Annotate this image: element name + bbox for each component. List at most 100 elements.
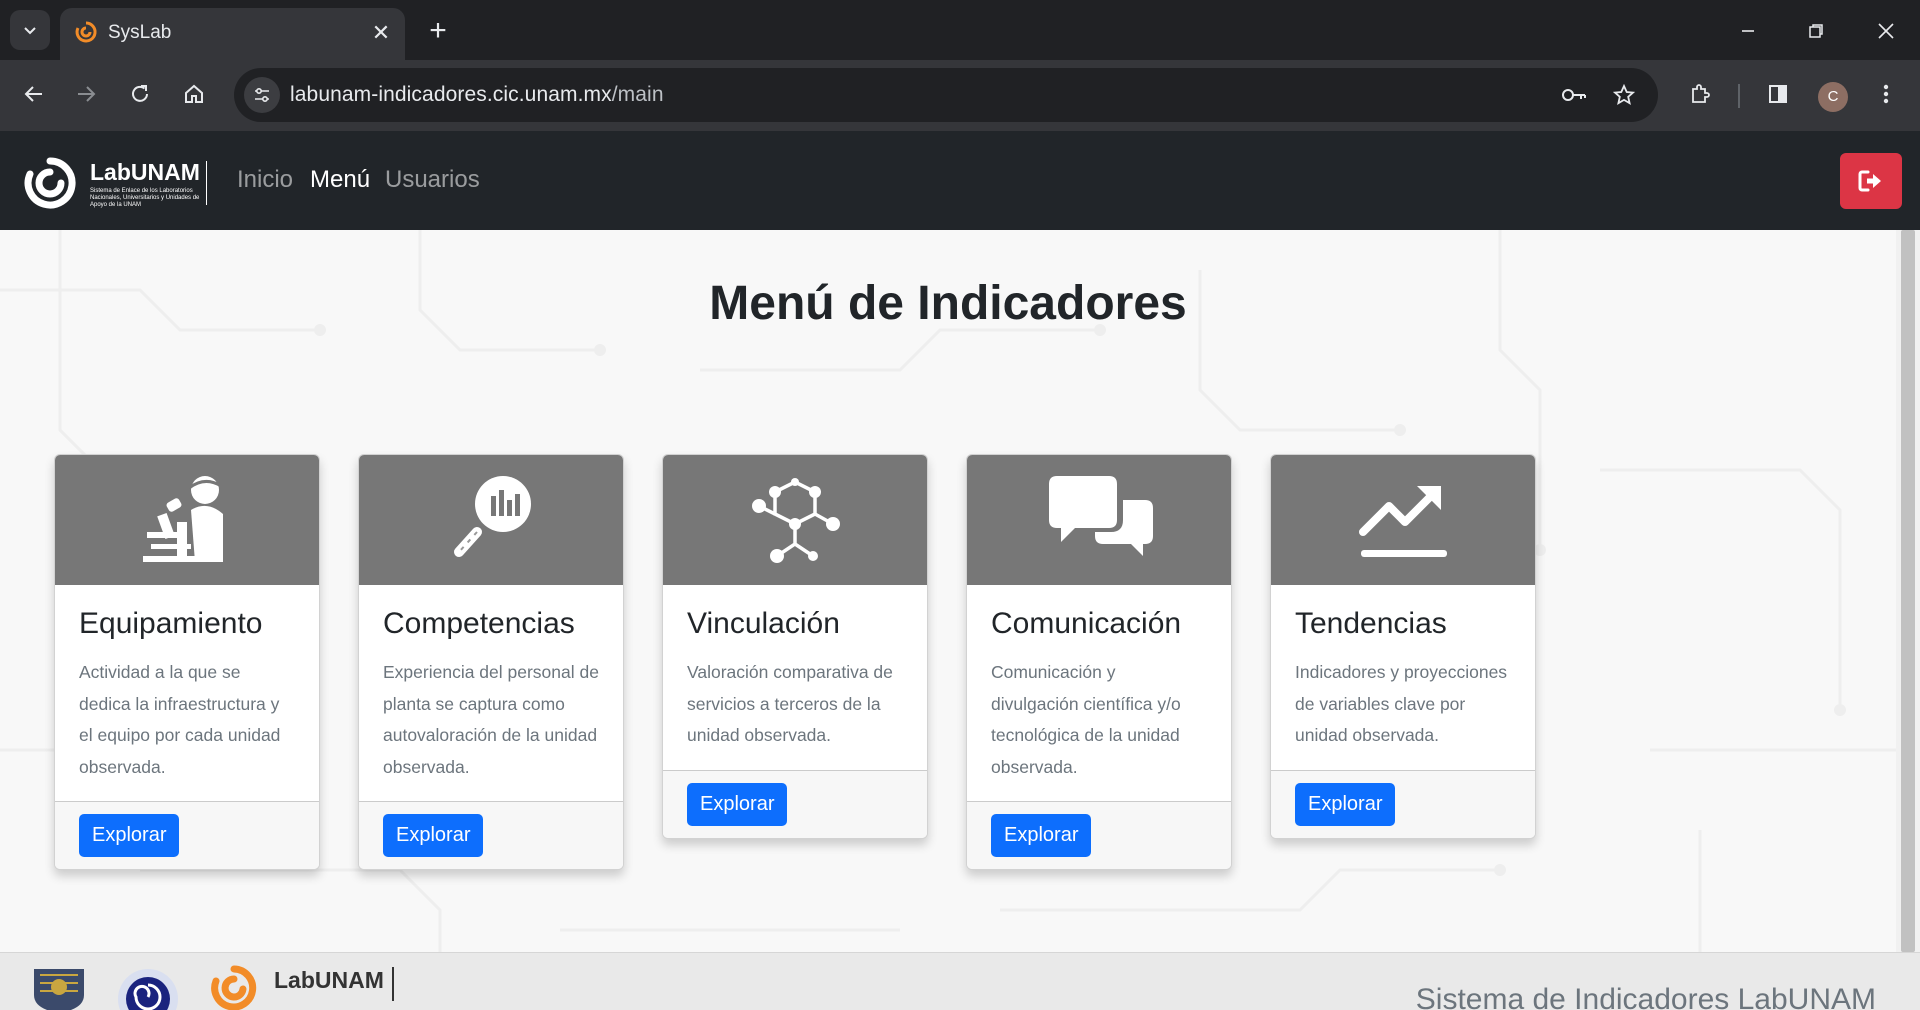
card-description: Valoración comparativa de servicios a te… (687, 662, 893, 745)
card-footer: Explorar (967, 801, 1231, 869)
card-footer: Explorar (359, 801, 623, 869)
card-title: Competencias (383, 607, 575, 640)
side-panel-icon (1769, 85, 1787, 103)
scrollbar-thumb[interactable] (1901, 230, 1915, 952)
logout-button[interactable] (1840, 153, 1902, 209)
card-description: Indicadores y proyecciones de variables … (1295, 662, 1508, 745)
card-image (359, 455, 623, 585)
explorar-button[interactable]: Explorar (991, 814, 1092, 857)
nav-link-menu[interactable]: Menú (310, 166, 370, 194)
card-vinculacion: Vinculación Valoración comparativa de se… (662, 454, 928, 839)
card-image (967, 455, 1231, 585)
explorar-button[interactable]: Explorar (383, 814, 484, 857)
profile-avatar[interactable]: C (1818, 82, 1848, 112)
tab-title: SysLab (108, 22, 172, 43)
card-title: Vinculación (687, 607, 840, 640)
card-footer: Explorar (55, 801, 319, 869)
site-info-button[interactable] (244, 77, 280, 113)
page-title: Menú de Indicadores (709, 277, 1187, 330)
minimize-button[interactable] (1728, 14, 1768, 48)
card-title: Equipamiento (79, 607, 263, 640)
network-hexagon-icon (752, 478, 840, 563)
tab-strip: SysLab ✕ + (0, 0, 1920, 60)
page-scrollbar[interactable] (1896, 230, 1920, 952)
page-footer: LabUNAM Sistema de Indicadores LabUNAM (0, 952, 1920, 1010)
url-host: labunam-indicadores.cic.unam.mx (290, 83, 612, 106)
nav-link-inicio[interactable]: Inicio (237, 166, 293, 194)
logo-wordmark: LabUNAM (90, 159, 200, 185)
address-bar[interactable]: labunam-indicadores.cic.unam.mx/main (234, 68, 1658, 122)
footer-labunam-logo: LabUNAM (210, 965, 400, 1010)
card-body: Competencias Experiencia del personal de… (359, 585, 623, 801)
reload-icon (132, 85, 148, 102)
tab-syslab[interactable]: SysLab ✕ (60, 8, 405, 60)
card-title: Tendencias (1295, 607, 1447, 640)
arrow-left-icon (24, 86, 42, 102)
restore-button[interactable] (1796, 14, 1836, 48)
browser-toolbar: labunam-indicadores.cic.unam.mx/main C (0, 60, 1920, 131)
extensions-button[interactable] (1680, 74, 1720, 114)
home-icon (185, 84, 203, 103)
card-equipamiento: Equipamiento Actividad a la que se dedic… (54, 454, 320, 870)
forward-button[interactable] (66, 74, 106, 114)
tune-icon (255, 87, 269, 103)
unam-crest-icon (34, 969, 84, 1010)
card-description: Actividad a la que se dedica la infraest… (79, 662, 281, 777)
scientist-microscope-icon (143, 476, 223, 562)
arrow-right-icon (78, 86, 96, 102)
browser-chrome: SysLab ✕ + labunam-indicadores.cic.unam.… (0, 0, 1920, 131)
card-tendencias: Tendencias Indicadores y proyecciones de… (1270, 454, 1536, 839)
key-icon (1562, 89, 1586, 101)
explorar-button[interactable]: Explorar (687, 782, 788, 826)
back-button[interactable] (14, 74, 54, 114)
card-comunicacion: Comunicación Comunicación y divulgación … (966, 454, 1232, 870)
bookmark-button[interactable] (1608, 79, 1640, 111)
labunam-swirl-orange-icon (211, 965, 257, 1010)
card-body: Comunicación Comunicación y divulgación … (967, 585, 1231, 801)
card-image (55, 455, 319, 585)
footer-logo-divider (392, 967, 394, 1001)
minimize-icon (1742, 30, 1754, 32)
more-vertical-icon (1883, 84, 1889, 104)
card-title: Comunicación (991, 607, 1182, 640)
logo-subtitle: Sistema de Enlace de los Laboratorios Na… (90, 188, 200, 208)
explorar-button[interactable]: Explorar (1295, 782, 1396, 826)
institute-swirl-icon (118, 969, 178, 1010)
card-body: Vinculación Valoración comparativa de se… (663, 585, 927, 770)
tab-search-button[interactable] (10, 10, 50, 50)
chat-bubbles-icon (1049, 476, 1153, 556)
url-text[interactable]: labunam-indicadores.cic.unam.mx/main (290, 83, 664, 107)
footer-logo-wordmark: LabUNAM (274, 967, 384, 993)
url-path: /main (611, 83, 664, 106)
close-window-button[interactable] (1866, 14, 1906, 48)
toolbar-divider (1738, 84, 1740, 108)
close-tab-icon[interactable]: ✕ (368, 20, 394, 46)
explorar-button[interactable]: Explorar (79, 814, 180, 857)
card-footer: Explorar (1271, 769, 1535, 838)
card-body: Tendencias Indicadores y proyecciones de… (1271, 585, 1535, 770)
magnifier-chart-icon (454, 476, 531, 557)
labunam-favicon-icon (75, 21, 97, 43)
labunam-swirl-icon (24, 157, 76, 209)
password-key-button[interactable] (1558, 79, 1590, 111)
star-icon (1613, 84, 1635, 106)
labunam-logo[interactable]: LabUNAM Sistema de Enlace de los Laborat… (24, 157, 207, 209)
nav-link-usuarios[interactable]: Usuarios (385, 166, 480, 194)
new-tab-button[interactable]: + (420, 14, 456, 50)
chevron-down-icon (24, 27, 36, 35)
footer-system-title: Sistema de Indicadores LabUNAM (1415, 983, 1876, 1010)
card-description: Comunicación y divulgación científica y/… (991, 662, 1181, 777)
reload-button[interactable] (120, 74, 160, 114)
card-image (1271, 455, 1535, 585)
browser-menu-button[interactable] (1866, 74, 1906, 114)
trend-up-icon (1359, 486, 1447, 557)
side-panel-button[interactable] (1758, 74, 1798, 114)
home-button[interactable] (174, 74, 214, 114)
main-content: Menú de Indicadores Equipamiento Activid… (0, 230, 1896, 952)
restore-icon (1809, 24, 1823, 38)
card-competencias: Competencias Experiencia del personal de… (358, 454, 624, 870)
card-description: Experiencia del personal de planta se ca… (383, 662, 599, 777)
close-icon (1878, 23, 1894, 39)
logo-divider (206, 161, 207, 205)
puzzle-icon (1692, 84, 1710, 103)
